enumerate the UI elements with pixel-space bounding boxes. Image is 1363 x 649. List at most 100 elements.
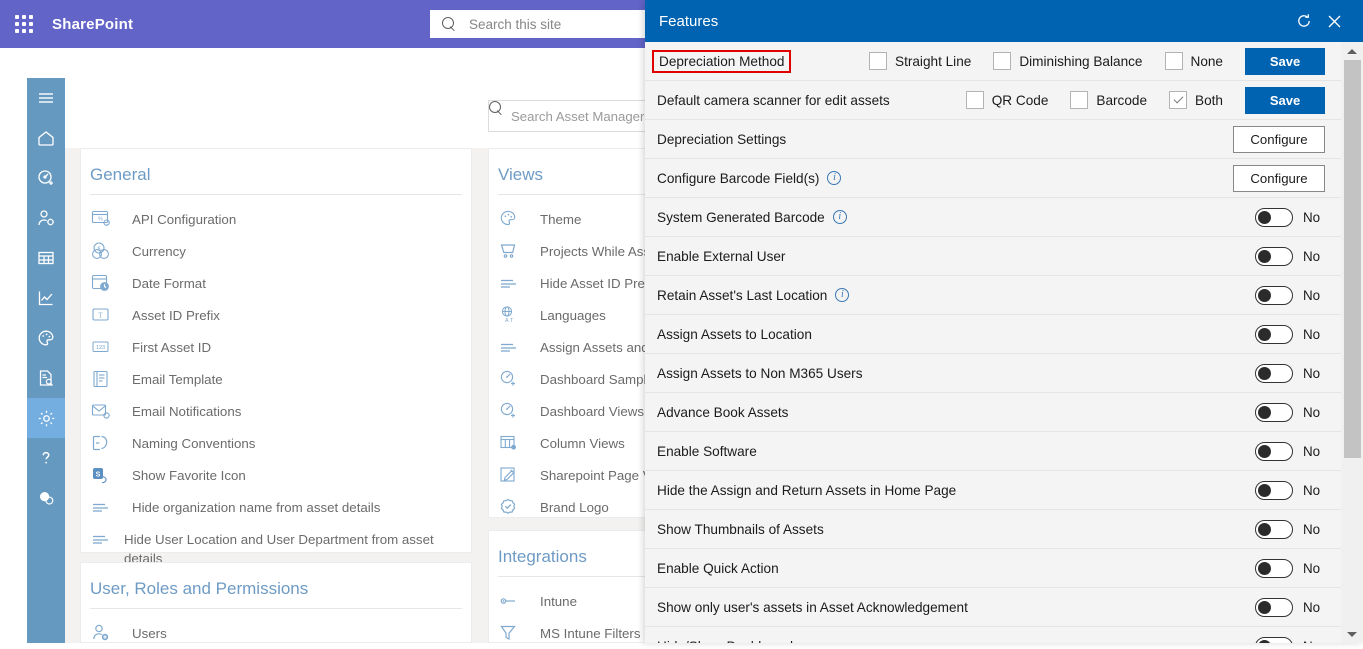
rail-item-settings[interactable]: [27, 398, 65, 438]
svg-text:S: S: [96, 471, 101, 478]
user-add-icon: [90, 622, 112, 644]
toggle-hide-assign-return-assets[interactable]: [1255, 480, 1293, 500]
scrollbar-thumb[interactable]: [1344, 60, 1361, 458]
checkbox-diminishing-balance[interactable]: Diminishing Balance: [993, 52, 1143, 70]
rail-item-reports[interactable]: [27, 278, 65, 318]
checkbox-box[interactable]: [869, 52, 887, 70]
toggle-enable-quick-action[interactable]: [1255, 558, 1293, 578]
toggle-wrap: No: [1255, 441, 1325, 461]
hide-lines-icon: [498, 336, 520, 358]
settings-item-hide-organization-name[interactable]: Hide organization name from asset detail…: [81, 491, 471, 523]
rail-item-hamburger[interactable]: [27, 78, 65, 118]
panel-scrollbar[interactable]: [1341, 42, 1363, 643]
feature-row-depreciation-method: Depreciation Method Straight Line Dimini…: [645, 42, 1341, 81]
configure-button-depreciation-settings[interactable]: Configure: [1233, 125, 1325, 153]
toggle-knob: [1258, 483, 1271, 497]
settings-item-email-template[interactable]: Email Template: [81, 363, 471, 395]
settings-item-users[interactable]: Users: [81, 617, 471, 649]
settings-item-label: First Asset ID: [132, 340, 212, 355]
features-row-list: Depreciation Method Straight Line Dimini…: [645, 42, 1341, 643]
info-icon[interactable]: i: [827, 171, 842, 185]
svg-text:T: T: [510, 318, 514, 324]
settings-item-api-configuration[interactable]: % API Configuration: [81, 203, 471, 235]
toggle-show-thumbnails-of-assets[interactable]: [1255, 519, 1293, 539]
checkbox-box[interactable]: [1169, 91, 1188, 109]
rail-item-sharepoint-app[interactable]: S: [27, 478, 65, 518]
checkbox-box[interactable]: [1070, 91, 1089, 109]
feature-row-enable-software: Enable Software No: [645, 432, 1341, 471]
toggle-retain-assets-last-location[interactable]: [1255, 285, 1293, 305]
app-launcher-icon[interactable]: [0, 0, 48, 48]
settings-item-label: Users: [132, 626, 167, 641]
rail-item-theme[interactable]: [27, 318, 65, 358]
checkbox-straight-line[interactable]: Straight Line: [869, 52, 971, 70]
info-icon[interactable]: i: [832, 210, 847, 224]
feature-label-wrap: System Generated Barcode i: [657, 210, 1255, 225]
feature-label: Assign Assets to Location: [657, 326, 812, 342]
toggle-knob: [1258, 249, 1271, 263]
checkbox-box[interactable]: [1164, 52, 1183, 70]
scroll-up-button[interactable]: [1341, 42, 1363, 60]
toggle-enable-external-user[interactable]: [1255, 246, 1293, 266]
checkbox-barcode[interactable]: Barcode: [1070, 91, 1147, 109]
toggle-enable-software[interactable]: [1255, 441, 1293, 461]
feature-label-wrap: Retain Asset's Last Location i: [657, 288, 1255, 303]
checkbox-qr-code[interactable]: QR Code: [965, 91, 1048, 109]
settings-item-show-favorite-icon[interactable]: S Show Favorite Icon: [81, 459, 471, 491]
feature-label: System Generated Barcode: [657, 209, 825, 225]
toggle-show-only-users-assets[interactable]: [1255, 597, 1293, 617]
filter-icon: [498, 622, 520, 644]
save-button-default-camera-scanner[interactable]: Save: [1245, 86, 1325, 114]
settings-item-date-format[interactable]: Date Format: [81, 267, 471, 299]
checkbox-box[interactable]: [993, 52, 1012, 70]
settings-item-currency[interactable]: $ Currency: [81, 235, 471, 267]
close-icon[interactable]: [1319, 6, 1349, 36]
gauge-plus-icon: [498, 400, 520, 422]
column-views-icon: [498, 432, 520, 454]
toggle-wrap: No: [1255, 480, 1325, 500]
feature-label: Advance Book Assets: [657, 404, 789, 420]
toggle-value: No: [1303, 639, 1325, 644]
settings-item-email-notifications[interactable]: Email Notifications: [81, 395, 471, 427]
svg-text:123: 123: [96, 345, 105, 351]
toggle-assign-assets-to-non-m365-users[interactable]: [1255, 363, 1293, 383]
toggle-value: No: [1303, 404, 1321, 420]
app-left-rail: S: [27, 78, 65, 643]
sharepoint-brand[interactable]: SharePoint: [52, 16, 133, 33]
rail-item-audit[interactable]: [27, 358, 65, 398]
configure-button-barcode-fields[interactable]: Configure: [1233, 164, 1325, 192]
feature-label: Assign Assets to Non M365 Users: [657, 365, 863, 381]
feature-row-show-thumbnails-of-assets: Show Thumbnails of Assets No: [645, 510, 1341, 549]
toggle-knob: [1258, 405, 1271, 419]
toggle-system-generated-barcode[interactable]: [1255, 207, 1293, 227]
settings-item-naming-conventions[interactable]: Naming Conventions: [81, 427, 471, 459]
checkbox-box[interactable]: [965, 91, 984, 109]
toggle-advance-book-assets[interactable]: [1255, 402, 1293, 422]
rail-item-assets-table[interactable]: [27, 238, 65, 278]
rail-item-home[interactable]: [27, 118, 65, 158]
toggle-value: No: [1303, 521, 1321, 537]
toggle-hide-show-dashboard[interactable]: [1255, 636, 1293, 643]
feature-label-wrap: Show Thumbnails of Assets: [657, 522, 1255, 537]
toggle-assign-assets-to-location[interactable]: [1255, 324, 1293, 344]
toggle-value: No: [1303, 326, 1321, 342]
feature-label-wrap: Depreciation Method: [652, 49, 869, 73]
checkbox-none[interactable]: None: [1164, 52, 1224, 70]
section-title-user-roles: User, Roles and Permissions: [90, 579, 309, 598]
toggle-knob: [1258, 444, 1271, 458]
checkbox-both[interactable]: Both: [1169, 91, 1223, 109]
settings-item-first-asset-id[interactable]: 123 First Asset ID: [81, 331, 471, 363]
save-button-depreciation-method[interactable]: Save: [1245, 47, 1325, 75]
rail-item-help[interactable]: [27, 438, 65, 478]
settings-item-label: Theme: [540, 212, 582, 227]
settings-item-asset-id-prefix[interactable]: T Asset ID Prefix: [81, 299, 471, 331]
text-prefix-icon: T: [90, 304, 112, 326]
rail-item-dashboard[interactable]: [27, 158, 65, 198]
refresh-icon[interactable]: [1289, 6, 1319, 36]
checkbox-label: None: [1190, 53, 1224, 69]
info-icon[interactable]: i: [835, 288, 850, 302]
page-edit-icon: [498, 464, 520, 486]
rail-item-user-settings[interactable]: [27, 198, 65, 238]
language-globe-icon: A T: [498, 304, 520, 326]
scroll-down-button[interactable]: [1341, 625, 1363, 643]
